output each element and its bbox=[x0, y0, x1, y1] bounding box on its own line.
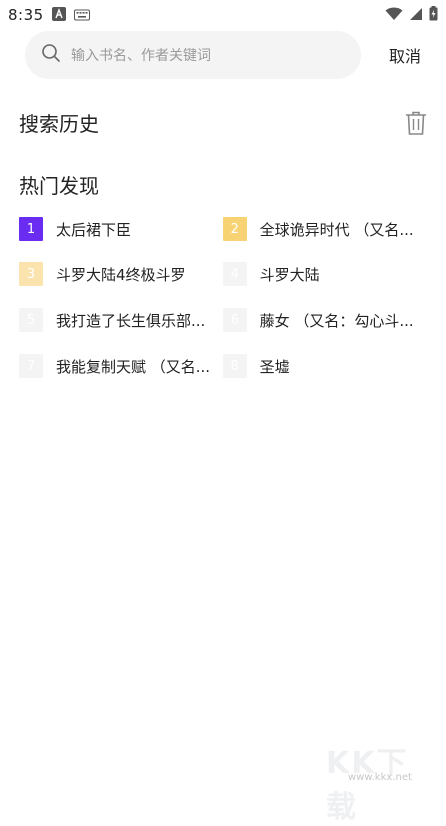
hot-item[interactable]: 3 斗罗大陆4终极斗罗 bbox=[19, 261, 219, 287]
book-title: 藤女 （又名：勾心斗... bbox=[260, 310, 423, 331]
book-title: 斗罗大陆 bbox=[260, 264, 423, 285]
book-title: 斗罗大陆4终极斗罗 bbox=[56, 264, 216, 285]
book-title: 全球诡异时代 （又名... bbox=[260, 219, 423, 240]
hot-item[interactable]: 7 我能复制天赋 （又名... bbox=[19, 353, 219, 379]
rank-badge: 7 bbox=[19, 354, 43, 378]
watermark-url: www.kkx.net bbox=[348, 772, 412, 783]
rank-badge: 3 bbox=[19, 262, 43, 286]
hot-item[interactable]: 8 圣墟 bbox=[223, 353, 423, 379]
search-history-title: 搜索历史 bbox=[19, 108, 99, 137]
wifi-icon bbox=[385, 6, 403, 25]
book-title: 我能复制天赋 （又名... bbox=[56, 356, 216, 377]
watermark: KK下载 www.kkx.net bbox=[320, 738, 440, 788]
search-icon bbox=[41, 43, 61, 67]
hot-item[interactable]: 6 藤女 （又名：勾心斗... bbox=[223, 307, 423, 333]
rank-badge: 5 bbox=[19, 308, 43, 332]
rank-badge: 4 bbox=[223, 262, 247, 286]
search-placeholder: 输入书名、作者关键词 bbox=[71, 45, 211, 65]
rank-badge: 6 bbox=[223, 308, 247, 332]
cancel-button[interactable]: 取消 bbox=[389, 43, 435, 67]
book-title: 圣墟 bbox=[260, 356, 423, 377]
hot-item[interactable]: 1 太后裙下臣 bbox=[19, 216, 219, 242]
hot-item[interactable]: 4 斗罗大陆 bbox=[223, 261, 423, 287]
status-bar: 8:35 bbox=[0, 0, 446, 30]
hot-item[interactable]: 2 全球诡异时代 （又名... bbox=[223, 216, 423, 242]
search-input[interactable]: 输入书名、作者关键词 bbox=[25, 31, 361, 79]
hot-item[interactable]: 5 我打造了长生俱乐部... bbox=[19, 307, 219, 333]
status-time: 8:35 bbox=[8, 6, 44, 24]
book-title: 我打造了长生俱乐部... bbox=[56, 310, 216, 331]
app-a-icon bbox=[52, 6, 66, 25]
rank-badge: 2 bbox=[223, 217, 247, 241]
book-title: 太后裙下臣 bbox=[56, 219, 216, 240]
search-row: 输入书名、作者关键词 取消 bbox=[25, 30, 435, 80]
cellular-signal-icon bbox=[409, 6, 423, 25]
hot-discover-title: 热门发现 bbox=[19, 170, 99, 199]
trash-icon[interactable] bbox=[404, 110, 428, 136]
battery-icon bbox=[429, 6, 438, 25]
rank-badge: 8 bbox=[223, 354, 247, 378]
rank-badge: 1 bbox=[19, 217, 43, 241]
keyboard-icon bbox=[74, 6, 90, 25]
